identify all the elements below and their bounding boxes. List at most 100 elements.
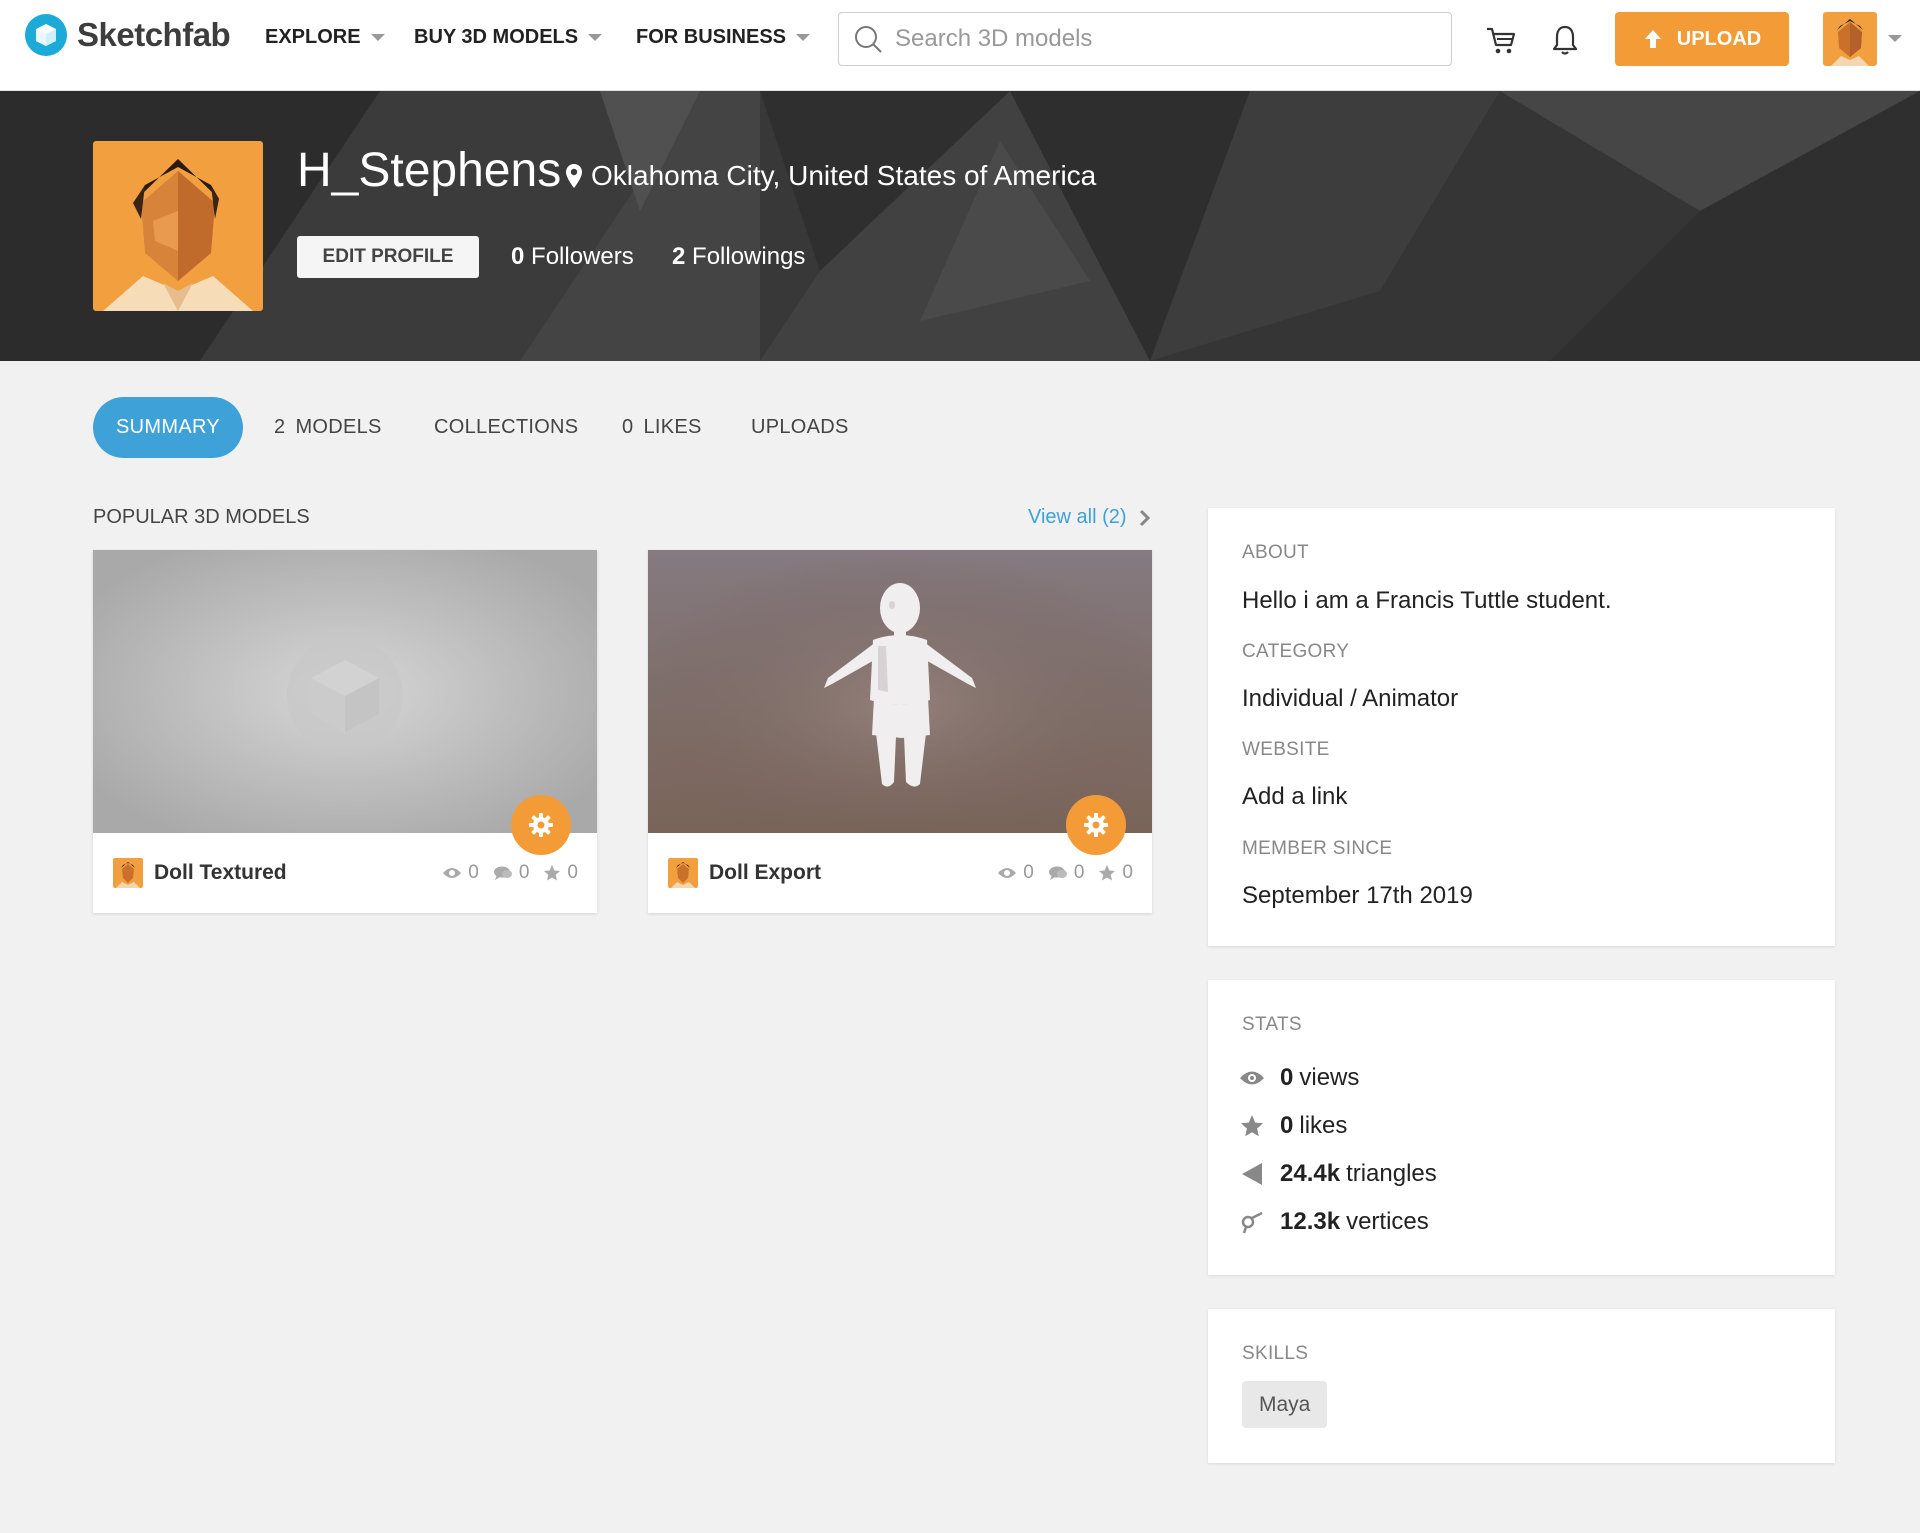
chevron-down-icon [796, 34, 811, 41]
map-pin-icon [566, 164, 582, 188]
model-comments: 0 [1048, 862, 1084, 884]
nav-explore-label: EXPLORE [265, 26, 361, 48]
tab-likes-count: 0 [622, 416, 634, 438]
eye-icon [1240, 1071, 1264, 1085]
search-input[interactable] [895, 25, 1435, 53]
stat-views-label: views [1299, 1064, 1360, 1091]
model-owner-avatar[interactable] [668, 858, 698, 888]
category-label: CATEGORY [1242, 641, 1350, 662]
stat-views: 0 views [1238, 1064, 1359, 1092]
vertex-icon [1241, 1211, 1263, 1234]
top-navigation-bar: Sketchfab EXPLORE BUY 3D MODELS FOR BUSI… [0, 0, 1920, 91]
stat-triangles-value: 24.4k [1280, 1160, 1341, 1187]
avatar [93, 141, 263, 311]
triangle-icon [1242, 1163, 1262, 1185]
add-website-link[interactable]: Add a link [1242, 783, 1347, 811]
comment-icon [493, 866, 512, 880]
about-text: Hello i am a Francis Tuttle student. [1242, 587, 1612, 614]
model-placeholder-image [93, 550, 597, 833]
search-box[interactable] [838, 12, 1452, 66]
tab-likes[interactable]: 0 LIKES [622, 397, 702, 458]
model-likes-count: 0 [1122, 862, 1133, 883]
cart-icon [1487, 27, 1516, 54]
about-panel: ABOUT Hello i am a Francis Tuttle studen… [1208, 508, 1835, 946]
profile-username: H_Stephens [297, 144, 562, 197]
nav-for-business[interactable]: FOR BUSINESS [636, 26, 811, 49]
skill-tag[interactable]: Maya [1242, 1381, 1328, 1428]
followers-count: 0 [511, 243, 525, 270]
doll-model-image [648, 550, 1152, 833]
view-all-link[interactable]: View all (2) [1028, 506, 1151, 529]
user-avatar-menu[interactable] [1823, 12, 1877, 66]
tab-uploads[interactable]: UPLOADS [751, 397, 849, 458]
model-title[interactable]: Doll Textured [154, 861, 287, 885]
nav-buy-3d-models[interactable]: BUY 3D MODELS [414, 26, 603, 49]
model-settings-button[interactable] [511, 795, 571, 855]
model-views: 0 [442, 862, 479, 884]
banner-background [0, 91, 1920, 361]
member-since-label: MEMBER SINCE [1242, 838, 1393, 859]
tab-models[interactable]: 2 MODELS [274, 397, 382, 458]
search-icon [855, 26, 882, 53]
sketchfab-logo[interactable]: Sketchfab [25, 14, 231, 56]
notifications-button[interactable] [1545, 20, 1585, 60]
avatar [1823, 12, 1877, 66]
edit-profile-button[interactable]: EDIT PROFILE [297, 236, 479, 278]
popular-models-title: POPULAR 3D MODELS [93, 506, 310, 528]
gear-icon [1084, 813, 1108, 837]
star-icon [1241, 1115, 1263, 1137]
member-since-value: September 17th 2019 [1242, 882, 1473, 909]
skills-panel: SKILLS Maya [1208, 1309, 1835, 1463]
followers-link[interactable]: 0 Followers [511, 243, 634, 271]
stat-views-value: 0 [1280, 1064, 1294, 1091]
model-likes-count: 0 [567, 862, 578, 883]
model-likes: 0 [1098, 862, 1133, 884]
chevron-right-icon [1139, 509, 1150, 526]
website-label: WEBSITE [1242, 739, 1330, 760]
stat-triangles: 24.4k triangles [1238, 1160, 1437, 1188]
tab-likes-label: LIKES [643, 416, 702, 438]
stat-likes-value: 0 [1280, 1112, 1294, 1139]
tab-summary[interactable]: SUMMARY [93, 397, 243, 458]
view-all-label: View all (2) [1028, 506, 1127, 528]
tab-models-count: 2 [274, 416, 286, 438]
model-views-count: 0 [1023, 862, 1034, 883]
model-owner-avatar[interactable] [113, 858, 143, 888]
profile-avatar[interactable] [93, 141, 263, 311]
followings-link[interactable]: 2 Followings [672, 243, 805, 271]
upload-button[interactable]: UPLOAD [1615, 12, 1789, 66]
upload-label: UPLOAD [1676, 27, 1762, 50]
model-likes: 0 [543, 862, 578, 884]
avatar [113, 858, 143, 888]
cart-button[interactable] [1481, 20, 1521, 60]
avatar [668, 858, 698, 888]
model-stats: 0 0 0 [991, 862, 1133, 884]
model-card[interactable]: Doll Textured 0 0 0 [93, 550, 597, 913]
chevron-down-icon[interactable] [1888, 35, 1902, 42]
category-value: Individual / Animator [1242, 685, 1459, 712]
nav-buy-label: BUY 3D MODELS [414, 26, 579, 48]
stats-label: STATS [1242, 1014, 1302, 1035]
model-settings-button[interactable] [1066, 795, 1126, 855]
stat-likes: 0 likes [1238, 1112, 1347, 1140]
tab-collections[interactable]: COLLECTIONS [434, 397, 578, 458]
profile-banner [0, 91, 1920, 361]
logo-text: Sketchfab [77, 16, 231, 53]
gear-icon [529, 813, 553, 837]
model-thumbnail[interactable] [93, 550, 597, 833]
stats-panel: STATS 0 views 0 likes 24.4k triangles 12… [1208, 980, 1835, 1275]
stat-vertices-value: 12.3k [1280, 1208, 1341, 1235]
profile-location: Oklahoma City, United States of America [565, 160, 1096, 192]
model-views: 0 [997, 862, 1034, 884]
stat-likes-label: likes [1299, 1112, 1348, 1139]
model-card[interactable]: Doll Export 0 0 0 [648, 550, 1152, 913]
model-thumbnail[interactable] [648, 550, 1152, 833]
skills-label: SKILLS [1242, 1343, 1309, 1364]
arrow-up-icon [1644, 30, 1661, 48]
model-stats: 0 0 0 [436, 862, 578, 884]
stat-vertices: 12.3k vertices [1238, 1208, 1429, 1236]
followers-label: Followers [531, 243, 634, 270]
nav-explore[interactable]: EXPLORE [265, 26, 385, 49]
location-text: Oklahoma City, United States of America [591, 160, 1097, 191]
model-title[interactable]: Doll Export [709, 861, 821, 885]
